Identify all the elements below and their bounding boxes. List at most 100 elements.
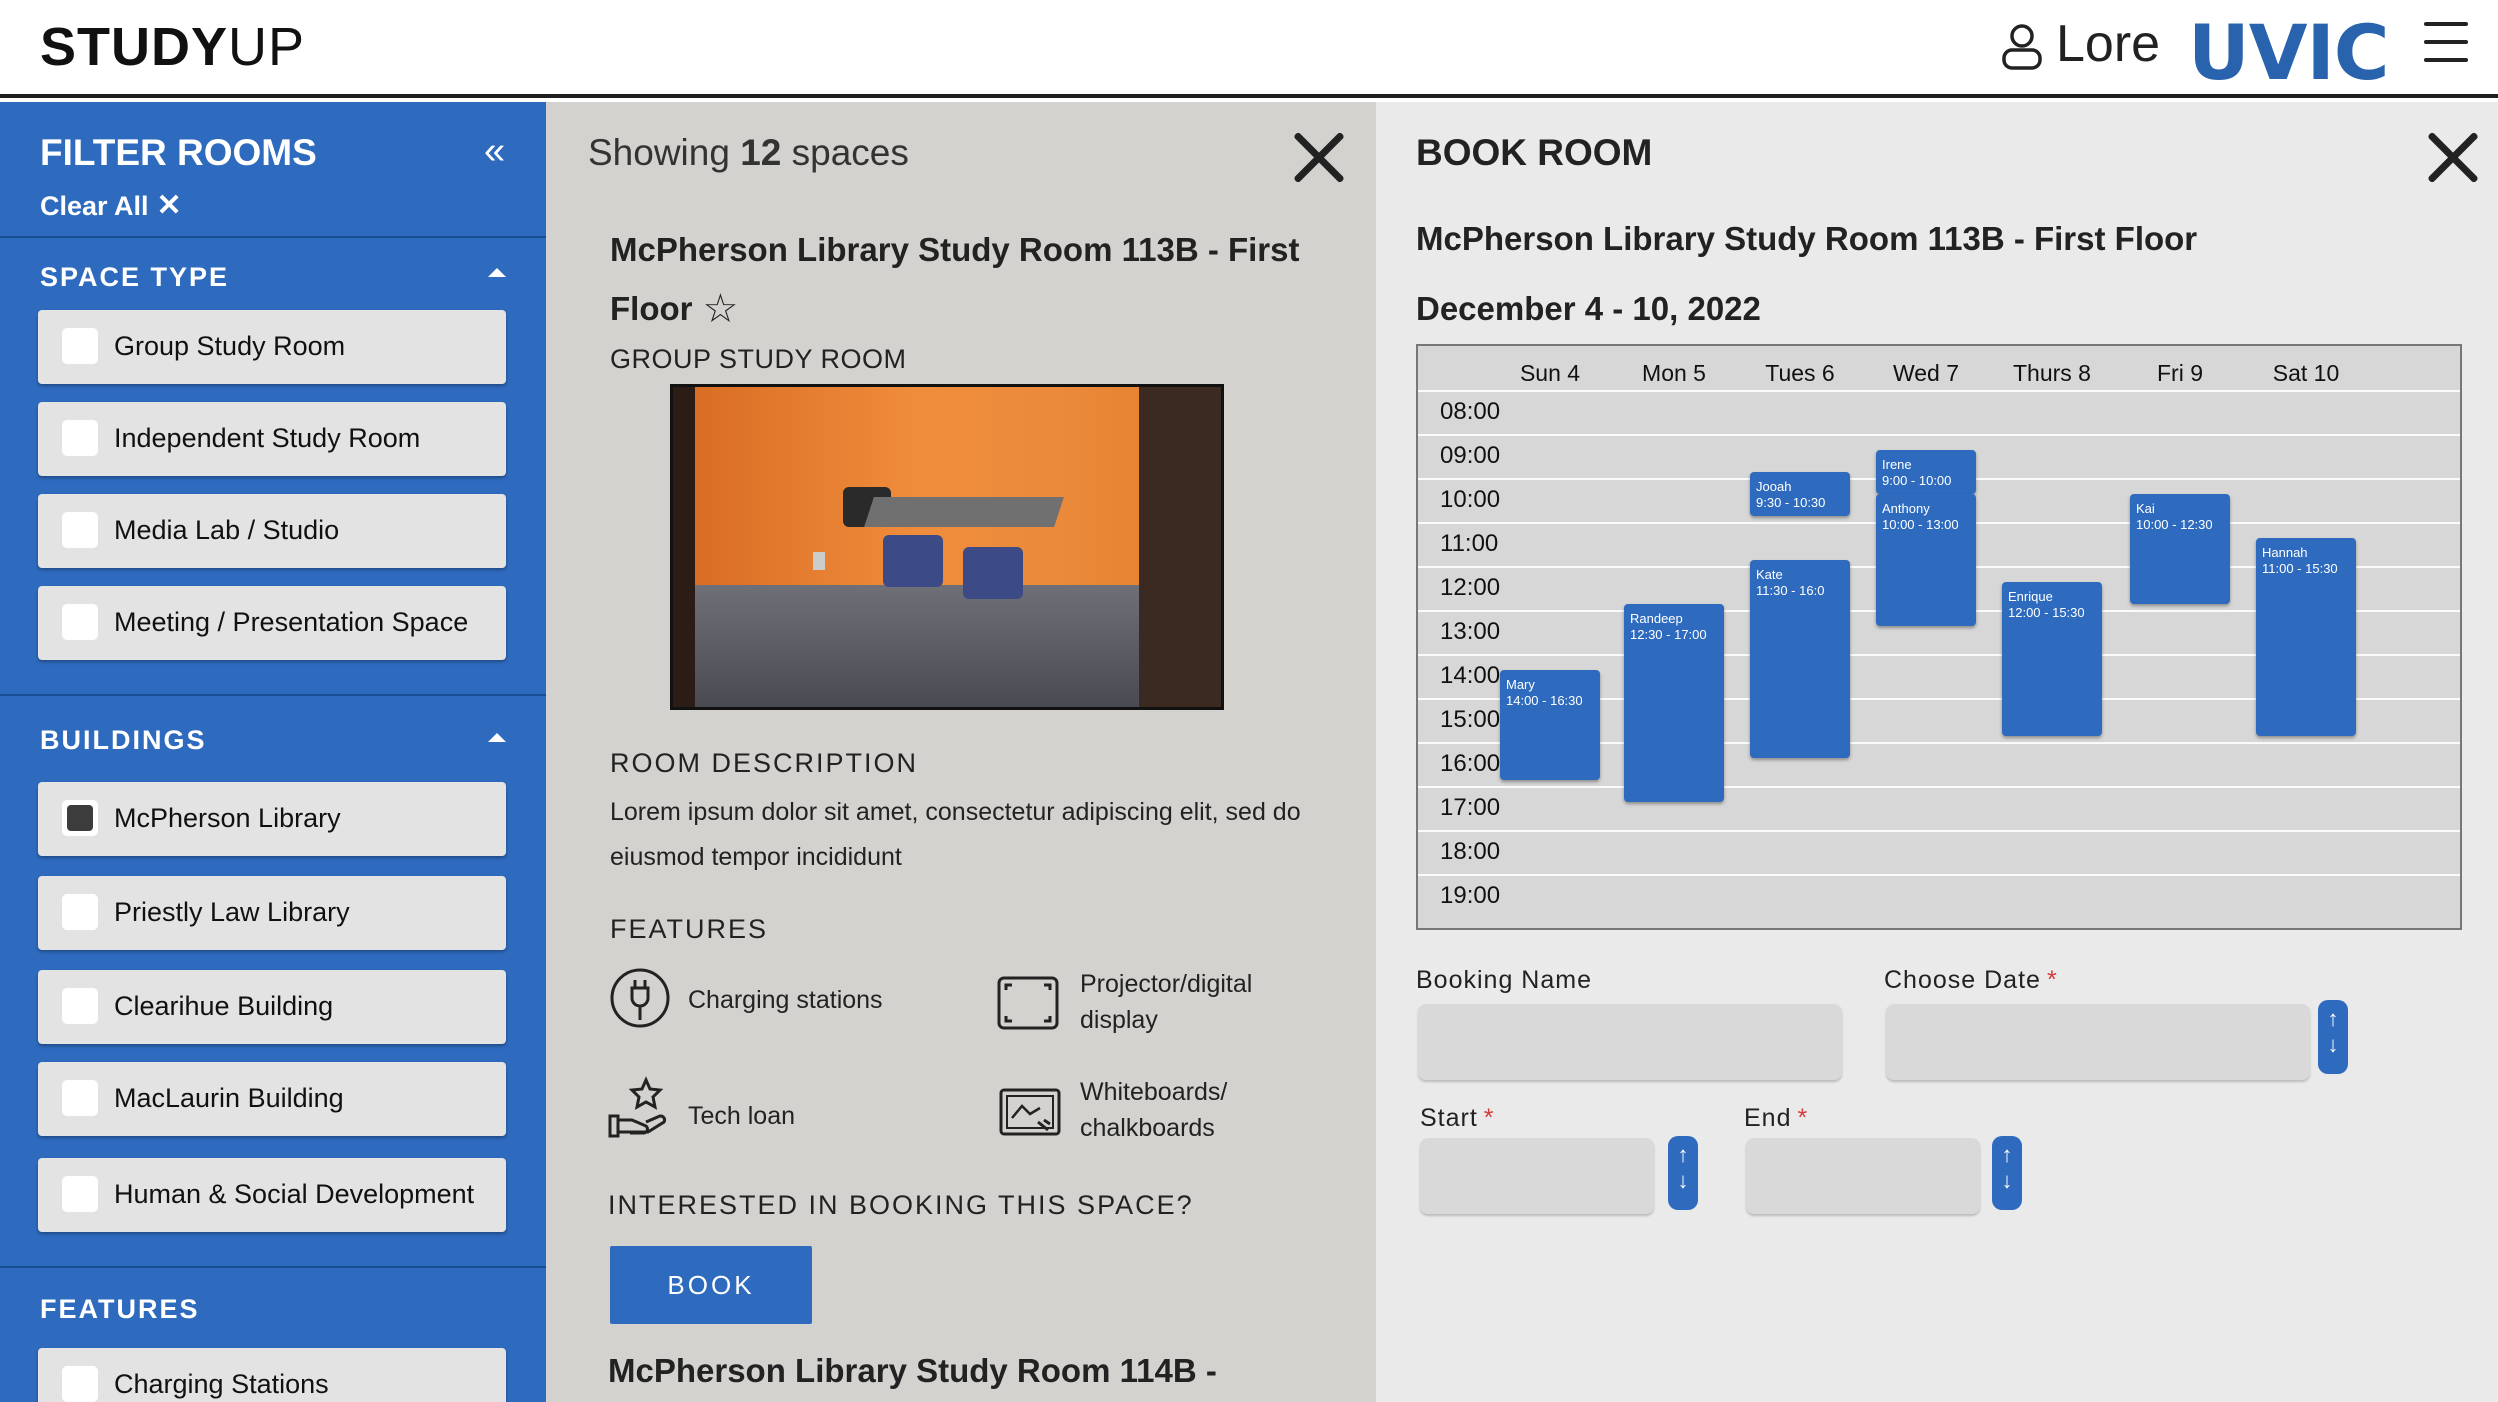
divider bbox=[0, 694, 546, 696]
down-arrow-icon[interactable]: ↓ bbox=[1992, 1168, 2022, 1194]
time-label: 19:00 bbox=[1440, 882, 1501, 909]
choose-date-input[interactable] bbox=[1886, 1004, 2310, 1080]
divider bbox=[0, 1266, 546, 1268]
time-label: 11:00 bbox=[1440, 530, 1499, 557]
checkbox[interactable] bbox=[62, 420, 98, 456]
booking-event[interactable]: Hannah 11:00 - 15:30 bbox=[2256, 538, 2356, 736]
time-label: 17:00 bbox=[1440, 794, 1501, 821]
filter-option-building[interactable]: Human & Social Development bbox=[38, 1158, 506, 1232]
filter-option-label: Charging Stations bbox=[114, 1369, 329, 1399]
booking-event-name: Enrique bbox=[2008, 589, 2053, 604]
charging-icon bbox=[610, 968, 670, 1028]
time-label: 09:00 bbox=[1440, 442, 1501, 469]
features-heading: FEATURES bbox=[610, 914, 769, 944]
hour-gridline bbox=[1418, 874, 2460, 876]
hour-gridline bbox=[1418, 390, 2460, 392]
filter-option-space-type[interactable]: Independent Study Room bbox=[38, 402, 506, 476]
next-room-title[interactable]: McPherson Library Study Room 114B - bbox=[608, 1352, 1217, 1390]
checkbox[interactable] bbox=[62, 1080, 98, 1116]
booking-event[interactable]: Irene 9:00 - 10:00 bbox=[1876, 450, 1976, 494]
tech-loan-icon bbox=[608, 1076, 667, 1138]
checkbox[interactable] bbox=[62, 988, 98, 1024]
close-booking-icon[interactable] bbox=[2424, 128, 2482, 186]
checkbox[interactable] bbox=[62, 894, 98, 930]
collapse-caret-icon[interactable] bbox=[488, 733, 506, 742]
filter-option-space-type[interactable]: Meeting / Presentation Space bbox=[38, 586, 506, 660]
booking-event-name: Hannah bbox=[2262, 545, 2308, 560]
filter-option-building[interactable]: MacLaurin Building bbox=[38, 1062, 506, 1136]
book-room-panel: BOOK ROOM McPherson Library Study Room 1… bbox=[1376, 102, 2498, 1402]
user-icon[interactable] bbox=[2000, 22, 2044, 70]
booking-event-time: 12:00 - 15:30 bbox=[2008, 605, 2085, 620]
up-arrow-icon[interactable]: ↑ bbox=[2318, 1006, 2348, 1032]
up-arrow-icon[interactable]: ↑ bbox=[1992, 1142, 2022, 1168]
close-results-icon[interactable] bbox=[1290, 128, 1348, 186]
booking-event[interactable]: Mary 14:00 - 16:30 bbox=[1500, 670, 1600, 780]
up-arrow-icon[interactable]: ↑ bbox=[1668, 1142, 1698, 1168]
description-heading: ROOM DESCRIPTION bbox=[610, 748, 919, 778]
booking-event[interactable]: Enrique 12:00 - 15:30 bbox=[2002, 582, 2102, 736]
clear-icon: ✕ bbox=[156, 189, 182, 222]
booking-event-name: Kate bbox=[1756, 567, 1783, 582]
booking-event[interactable]: Kate 11:30 - 16:0 bbox=[1750, 560, 1850, 758]
book-button[interactable]: BOOK bbox=[610, 1246, 812, 1324]
feature-projector: Projector/digital display bbox=[1080, 970, 1253, 1034]
down-arrow-icon[interactable]: ↓ bbox=[2318, 1032, 2348, 1058]
filter-option-space-type[interactable]: Media Lab / Studio bbox=[38, 494, 506, 568]
down-arrow-icon[interactable]: ↓ bbox=[1668, 1168, 1698, 1194]
booking-event-time: 14:00 - 16:30 bbox=[1506, 693, 1583, 708]
booking-event[interactable]: Randeep 12:30 - 17:00 bbox=[1624, 604, 1724, 802]
filter-option-building[interactable]: McPherson Library bbox=[38, 782, 506, 856]
favorite-star-icon[interactable]: ☆ bbox=[702, 287, 738, 331]
end-stepper[interactable]: ↑ ↓ bbox=[1992, 1136, 2022, 1210]
choose-date-label: Choose Date * bbox=[1884, 966, 2058, 994]
checkbox[interactable] bbox=[62, 1366, 98, 1402]
section-buildings[interactable]: BUILDINGS bbox=[40, 725, 207, 756]
divider bbox=[0, 236, 546, 238]
room-photo bbox=[670, 384, 1224, 710]
collapse-sidebar-icon[interactable]: « bbox=[484, 130, 505, 173]
checkbox[interactable] bbox=[62, 604, 98, 640]
booking-event-name: Kai bbox=[2136, 501, 2155, 516]
booking-event-name: Randeep bbox=[1630, 611, 1683, 626]
section-features[interactable]: FEATURES bbox=[40, 1294, 200, 1325]
booking-event-time: 10:00 - 13:00 bbox=[1882, 517, 1959, 532]
booking-name-input[interactable] bbox=[1418, 1004, 1842, 1080]
filter-option-label: Media Lab / Studio bbox=[114, 515, 340, 545]
booking-event[interactable]: Anthony 10:00 - 13:00 bbox=[1876, 494, 1976, 626]
booking-event-time: 9:00 - 10:00 bbox=[1882, 473, 1952, 488]
checkbox[interactable] bbox=[62, 512, 98, 548]
studyup-logo[interactable]: STUDYUP bbox=[40, 16, 305, 78]
hamburger-menu-icon[interactable] bbox=[2424, 22, 2468, 62]
filter-option-label: Meeting / Presentation Space bbox=[114, 607, 469, 637]
booking-event[interactable]: Jooah 9:30 - 10:30 bbox=[1750, 472, 1850, 516]
room-title[interactable]: McPherson Library Study Room 113B - Firs… bbox=[610, 220, 1310, 339]
filter-option-feature[interactable]: Charging Stations bbox=[38, 1348, 506, 1402]
user-name[interactable]: Lore bbox=[2056, 14, 2160, 74]
collapse-caret-icon[interactable] bbox=[488, 268, 506, 277]
time-label: 08:00 bbox=[1440, 398, 1501, 425]
time-label: 13:00 bbox=[1440, 618, 1501, 645]
time-label: 14:00 bbox=[1440, 662, 1501, 689]
filter-option-building[interactable]: Clearihue Building bbox=[38, 970, 506, 1044]
filter-option-space-type[interactable]: Group Study Room bbox=[38, 310, 506, 384]
section-space-type[interactable]: SPACE TYPE bbox=[40, 262, 229, 293]
feature-whiteboard: Whiteboards/ chalkboards bbox=[1080, 1078, 1228, 1142]
checkbox[interactable] bbox=[62, 1176, 98, 1212]
end-time-input[interactable] bbox=[1746, 1138, 1980, 1214]
start-time-input[interactable] bbox=[1420, 1138, 1654, 1214]
filter-option-building[interactable]: Priestly Law Library bbox=[38, 876, 506, 950]
booking-event[interactable]: Kai 10:00 - 12:30 bbox=[2130, 494, 2230, 604]
day-header: Fri 9 bbox=[2157, 360, 2203, 386]
filter-sidebar: FILTER ROOMS « Clear All ✕ SPACE TYPE Gro… bbox=[0, 102, 546, 1402]
time-label: 18:00 bbox=[1440, 838, 1501, 865]
checkbox[interactable] bbox=[62, 328, 98, 364]
filter-option-label: Clearihue Building bbox=[114, 991, 334, 1021]
checkbox[interactable] bbox=[62, 800, 98, 836]
start-stepper[interactable]: ↑ ↓ bbox=[1668, 1136, 1698, 1210]
date-stepper[interactable]: ↑ ↓ bbox=[2318, 1000, 2348, 1074]
clear-all-button[interactable]: Clear All ✕ bbox=[40, 188, 182, 223]
booking-event-name: Mary bbox=[1506, 677, 1535, 692]
booking-prompt: INTERESTED IN BOOKING THIS SPACE? bbox=[608, 1190, 1194, 1220]
booking-event-name: Irene bbox=[1882, 457, 1912, 472]
